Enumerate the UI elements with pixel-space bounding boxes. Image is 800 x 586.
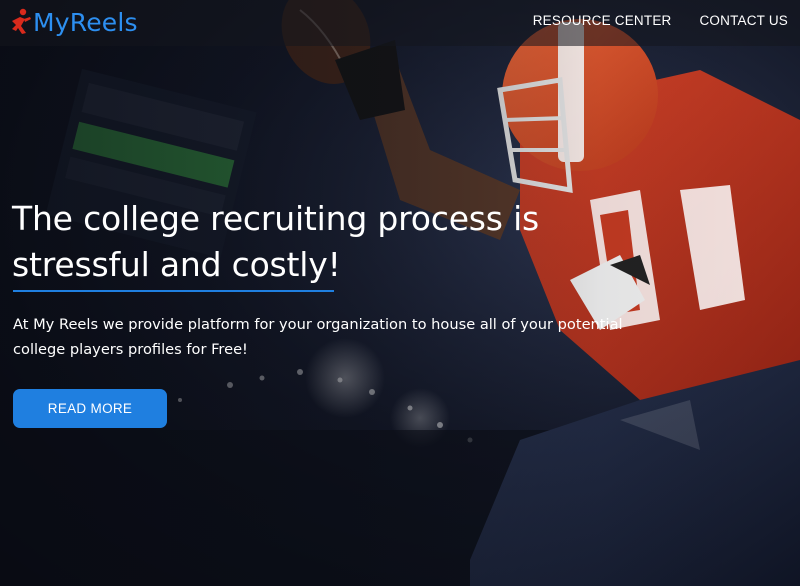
runner-logo-icon [12, 8, 31, 34]
hero-section: MyReels RESOURCE CENTER CONTACT US The c… [0, 0, 800, 586]
hero-subtext: At My Reels we provide platform for your… [13, 316, 623, 358]
brand-name: MyReels [33, 7, 138, 37]
nav-link-contact-us[interactable]: CONTACT US [699, 13, 788, 28]
headline-divider [13, 290, 334, 292]
nav-menu: RESOURCE CENTER CONTACT US [533, 13, 788, 28]
hero-headline: The college recruiting process is stress… [12, 199, 540, 284]
read-more-button[interactable]: READ MORE [13, 389, 167, 428]
hero-overlay [0, 0, 800, 586]
nav-link-resource-center[interactable]: RESOURCE CENTER [533, 13, 672, 28]
brand-logo[interactable]: MyReels [10, 4, 138, 40]
top-navbar: MyReels RESOURCE CENTER CONTACT US [0, 0, 800, 46]
